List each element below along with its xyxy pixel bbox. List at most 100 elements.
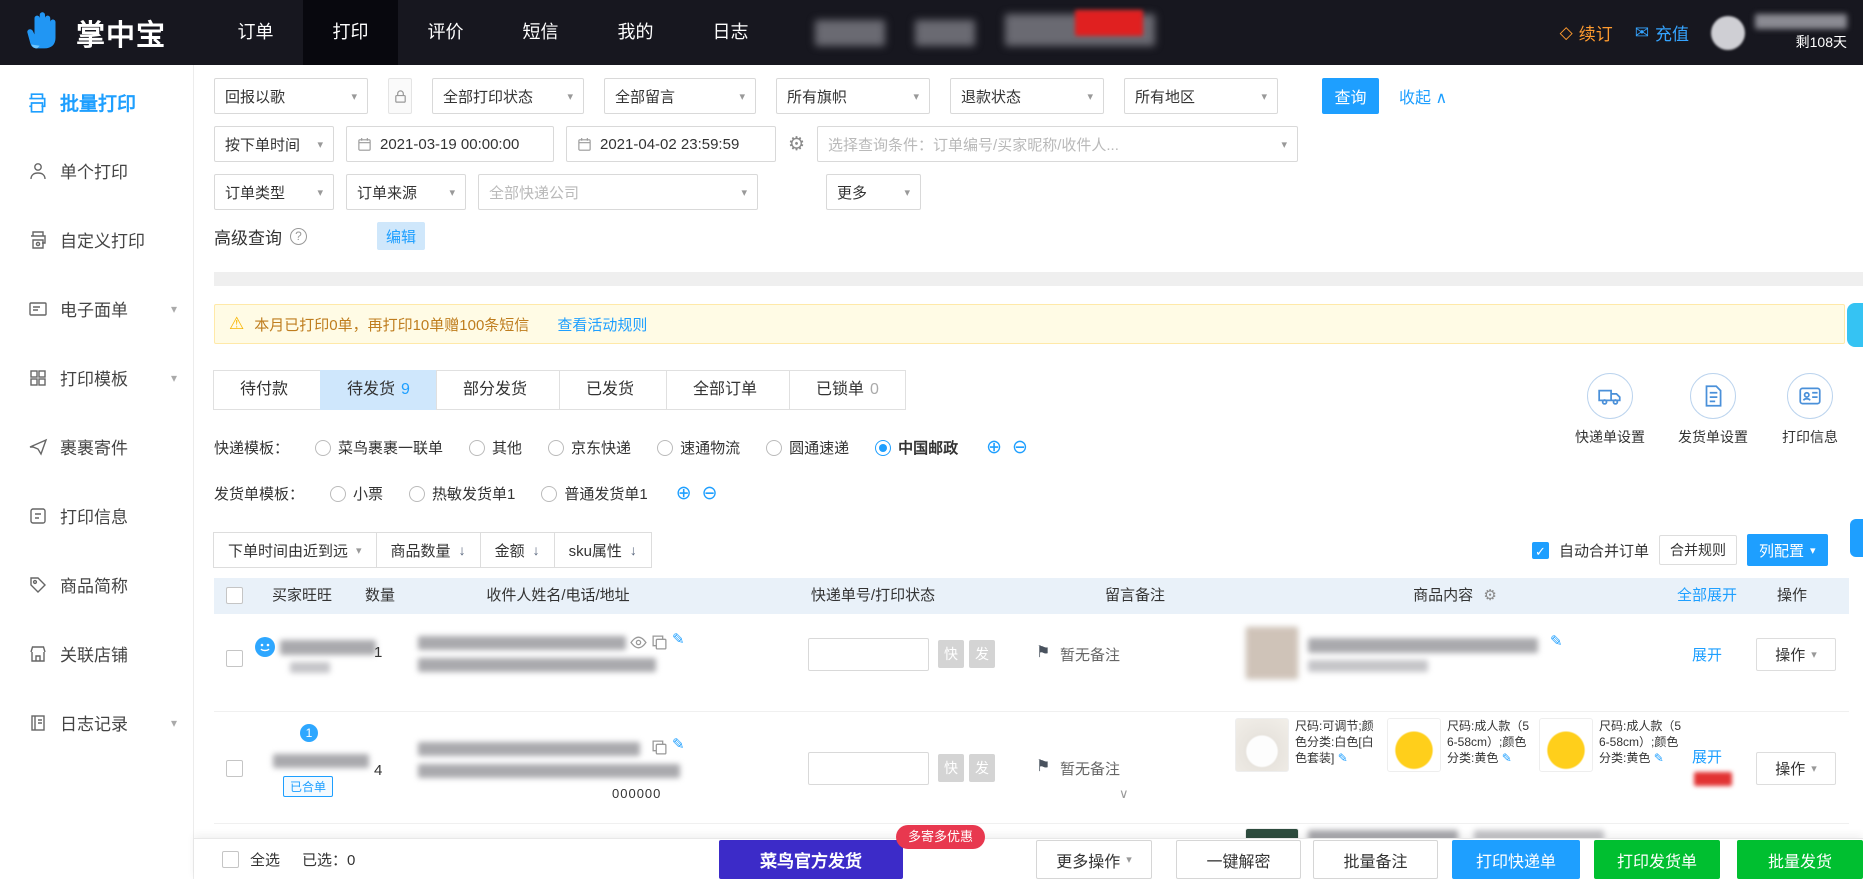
menu-sms[interactable]: 短信 xyxy=(493,0,588,65)
activity-rules-link[interactable]: 查看活动规则 xyxy=(557,314,647,335)
tab-all-orders[interactable]: 全部订单 xyxy=(665,370,790,410)
radio-cainiao-guoguo[interactable]: 菜鸟裹裹一联单 xyxy=(315,437,443,458)
more-actions-button[interactable]: 更多操作 ▾ xyxy=(1036,840,1152,879)
courier-select[interactable]: 全部快递公司 ▾ xyxy=(478,174,758,210)
sidebar-item-batch-print[interactable]: 批量打印 xyxy=(0,65,193,136)
date-from-input[interactable]: 2021-03-19 00:00:00 xyxy=(346,126,554,162)
recharge-link[interactable]: ✉ 充值 xyxy=(1635,20,1689,45)
edit-address-icon[interactable]: ✎ xyxy=(672,735,685,753)
edit-product-icon[interactable]: ✎ xyxy=(1338,751,1348,765)
note-expand-chevron[interactable]: ∨ xyxy=(1119,786,1129,802)
more-filters-select[interactable]: 更多 ▾ xyxy=(826,174,921,210)
flag-select[interactable]: 所有旗帜 ▾ xyxy=(776,78,930,114)
quick-print-button[interactable]: 快 xyxy=(938,640,964,668)
order-source-select[interactable]: 订单来源 ▾ xyxy=(346,174,466,210)
flag-icon[interactable]: ⚑ xyxy=(1036,642,1050,662)
sort-by-quantity[interactable]: 商品数量 ↓ xyxy=(375,532,481,568)
auto-merge-checkbox[interactable]: ✓ xyxy=(1532,541,1549,559)
batch-ship-button[interactable]: 批量发货 xyxy=(1737,840,1863,879)
print-status-select[interactable]: 全部打印状态 ▾ xyxy=(432,78,584,114)
product-image-yellow-hat[interactable] xyxy=(1387,718,1441,772)
print-invoice-button[interactable]: 打印发货单 xyxy=(1594,840,1720,879)
lock-icon[interactable] xyxy=(388,78,412,114)
edit-product-icon[interactable]: ✎ xyxy=(1502,751,1512,765)
expand-row-link[interactable]: 展开 xyxy=(1692,644,1722,665)
eye-icon[interactable] xyxy=(630,634,647,651)
tab-partial-shipped[interactable]: 部分发货 xyxy=(435,370,560,410)
sidebar-item-single-print[interactable]: 单个打印 xyxy=(0,136,193,205)
collapse-link[interactable]: 收起 ∧ xyxy=(1399,84,1447,108)
add-template-icon[interactable]: ⊕ xyxy=(986,436,1002,459)
select-all-header-checkbox[interactable] xyxy=(226,587,243,604)
remove-template-icon[interactable]: ⊖ xyxy=(702,482,718,505)
edit-product-icon[interactable]: ✎ xyxy=(1550,632,1563,650)
product-image-yellow-hat[interactable] xyxy=(1539,718,1593,772)
remove-template-icon[interactable]: ⊖ xyxy=(1012,436,1028,459)
message-select[interactable]: 全部留言 ▾ xyxy=(604,78,756,114)
edit-address-icon[interactable]: ✎ xyxy=(672,630,685,648)
radio-normal-invoice[interactable]: 普通发货单1 xyxy=(541,483,648,504)
sidebar-item-product-alias[interactable]: 商品简称 xyxy=(0,550,193,619)
menu-reviews[interactable]: 评价 xyxy=(398,0,493,65)
sidebar-item-print-info[interactable]: 打印信息 xyxy=(0,481,193,550)
radio-receipt[interactable]: 小票 xyxy=(330,483,383,504)
row-checkbox[interactable] xyxy=(226,650,243,667)
sidebar-item-log-records[interactable]: 日志记录 ▾ xyxy=(0,688,193,757)
quick-ship-button[interactable]: 发 xyxy=(969,640,995,668)
tab-pending-payment[interactable]: 待付款 xyxy=(213,370,322,410)
refund-status-select[interactable]: 退款状态 ▾ xyxy=(950,78,1104,114)
menu-print[interactable]: 打印 xyxy=(303,0,398,65)
floating-side-widget[interactable] xyxy=(1847,303,1863,347)
sidebar-item-guoguo[interactable]: 裹裹寄件 xyxy=(0,412,193,481)
radio-china-post[interactable]: 中国邮政 xyxy=(875,437,958,458)
tracking-number-input[interactable] xyxy=(808,638,929,671)
time-type-select[interactable]: 按下单时间 ▾ xyxy=(214,126,334,162)
sidebar-item-custom-print[interactable]: 自定义打印 xyxy=(0,205,193,274)
row-action-button[interactable]: 操作 ▾ xyxy=(1756,752,1836,785)
preset-select[interactable]: 回报以歌 ▾ xyxy=(214,78,368,114)
query-button[interactable]: 查询 xyxy=(1322,78,1379,114)
help-icon[interactable]: ? xyxy=(290,227,307,245)
batch-note-button[interactable]: 批量备注 xyxy=(1313,840,1438,879)
region-select[interactable]: 所有地区 ▾ xyxy=(1124,78,1278,114)
decrypt-button[interactable]: 一键解密 xyxy=(1176,840,1301,879)
sort-by-sku[interactable]: sku属性 ↓ xyxy=(553,532,652,568)
menu-orders[interactable]: 订单 xyxy=(208,0,303,65)
menu-logs[interactable]: 日志 xyxy=(683,0,778,65)
keyword-select[interactable]: 选择查询条件：订单编号/买家昵称/收件人... ▾ xyxy=(817,126,1299,162)
sort-by-amount[interactable]: 金额 ↓ xyxy=(479,532,555,568)
column-config-button[interactable]: 列配置 ▾ xyxy=(1747,534,1828,566)
merge-rules-button[interactable]: 合并规则 xyxy=(1659,535,1738,565)
select-all-checkbox[interactable] xyxy=(222,851,239,868)
select-all-label[interactable]: 全选 xyxy=(250,839,280,879)
tab-to-ship[interactable]: 待发货 9 xyxy=(320,370,437,410)
print-info-settings[interactable]: 打印信息 xyxy=(1762,373,1858,447)
radio-thermal-invoice[interactable]: 热敏发货单1 xyxy=(409,483,515,504)
order-type-select[interactable]: 订单类型 ▾ xyxy=(214,174,334,210)
radio-sutong[interactable]: 速通物流 xyxy=(657,437,740,458)
expand-row-link[interactable]: 展开 xyxy=(1692,746,1722,767)
sort-by-time[interactable]: 下单时间由近到远 ▾ xyxy=(213,532,377,568)
date-to-input[interactable]: 2021-04-02 23:59:59 xyxy=(566,126,776,162)
menu-mine[interactable]: 我的 xyxy=(588,0,683,65)
expand-all-link[interactable]: 全部展开 xyxy=(1677,578,1737,614)
copy-icon[interactable] xyxy=(651,739,668,756)
sidebar-item-ewaybill[interactable]: 电子面单 ▾ xyxy=(0,274,193,343)
row-action-button[interactable]: 操作 ▾ xyxy=(1756,638,1836,671)
edit-product-icon[interactable]: ✎ xyxy=(1654,751,1664,765)
user-account[interactable]: 剩108天 xyxy=(1711,13,1847,52)
product-image-white-cap[interactable] xyxy=(1235,718,1289,772)
floating-side-widget[interactable] xyxy=(1850,519,1863,557)
invoice-settings[interactable]: 发货单设置 xyxy=(1665,373,1761,447)
radio-yto[interactable]: 圆通速递 xyxy=(766,437,849,458)
radio-jd-express[interactable]: 京东快递 xyxy=(548,437,631,458)
express-sheet-settings[interactable]: 快递单设置 xyxy=(1562,373,1658,447)
radio-other[interactable]: 其他 xyxy=(469,437,522,458)
cainiao-ship-button[interactable]: 菜鸟官方发货 xyxy=(719,840,903,879)
renew-link[interactable]: ◇ 续订 xyxy=(1560,20,1613,45)
tab-locked[interactable]: 已锁单 0 xyxy=(788,370,906,410)
sidebar-item-linked-shops[interactable]: 关联店铺 xyxy=(0,619,193,688)
gear-icon[interactable]: ⚙ xyxy=(788,133,805,156)
blurred-product-image[interactable] xyxy=(1245,626,1299,680)
quick-ship-button[interactable]: 发 xyxy=(969,754,995,782)
